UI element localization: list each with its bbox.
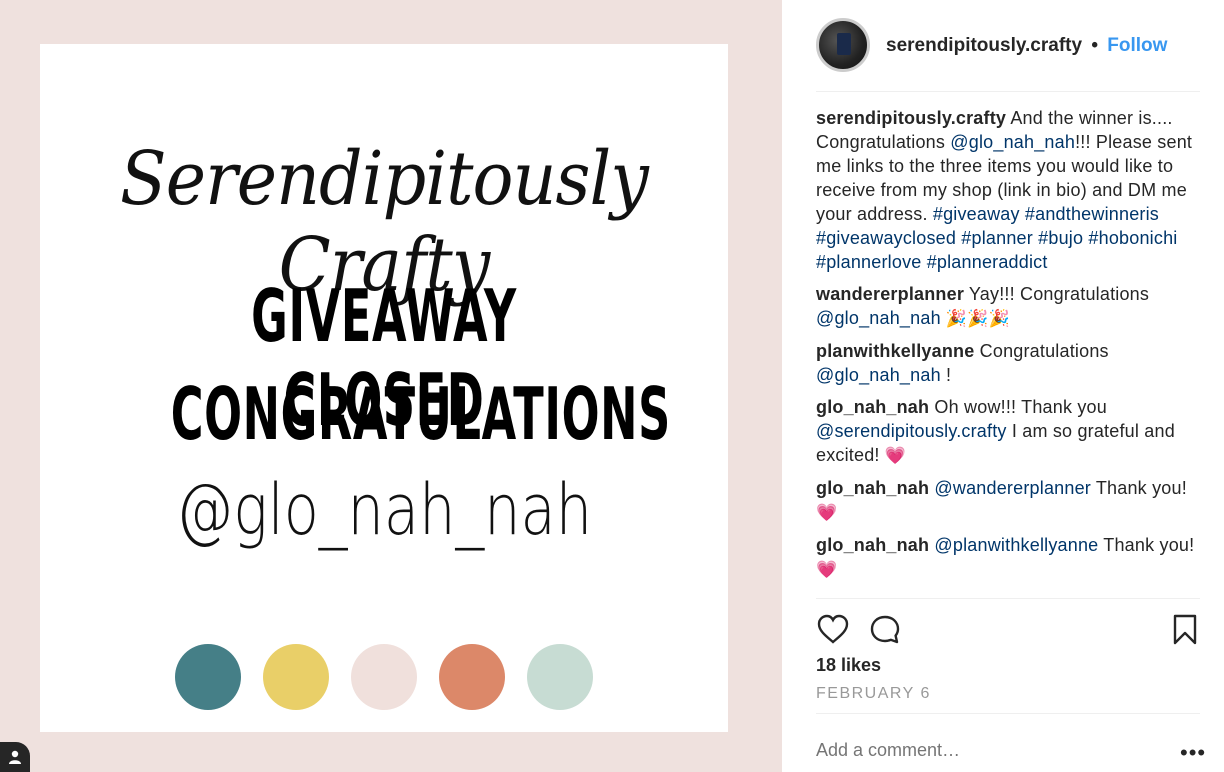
- comment-text: Oh wow!!! Thank you: [929, 397, 1107, 417]
- hashtag-link[interactable]: #giveawayclosed: [816, 228, 956, 248]
- more-options-icon[interactable]: •••: [1180, 740, 1206, 766]
- comment-username[interactable]: glo_nah_nah: [816, 478, 929, 498]
- emoji-text: 🎉🎉🎉: [940, 309, 1010, 328]
- emoji-text: 💗: [816, 503, 838, 522]
- mention-link[interactable]: @glo_nah_nah: [950, 132, 1075, 152]
- color-swatch: [175, 644, 241, 710]
- comment-username[interactable]: wandererplanner: [816, 284, 964, 304]
- post-media-pane: Serendipitously Crafty GIVEAWAY CLOSED C…: [0, 0, 782, 772]
- comments-list[interactable]: serendipitously.crafty And the winner is…: [816, 106, 1200, 598]
- likes-count[interactable]: 18 likes: [816, 655, 881, 676]
- comment-username[interactable]: planwithkellyanne: [816, 341, 974, 361]
- color-swatch: [439, 644, 505, 710]
- mention-link[interactable]: @planwithkellyanne: [934, 535, 1098, 555]
- follow-button[interactable]: Follow: [1107, 35, 1167, 56]
- post-sidebar: serendipitously.crafty • Follow serendip…: [782, 0, 1224, 772]
- action-bar: 18 likes FEBRUARY 6: [816, 598, 1200, 714]
- comment-username[interactable]: glo_nah_nah: [816, 535, 929, 555]
- person-icon: [9, 750, 21, 764]
- tagged-user-icon[interactable]: [0, 742, 30, 772]
- hashtag-link[interactable]: #bujo: [1038, 228, 1083, 248]
- hashtag-link[interactable]: #planner: [961, 228, 1033, 248]
- color-swatch: [351, 644, 417, 710]
- color-swatch: [263, 644, 329, 710]
- hashtag-link[interactable]: #andthewinneris: [1025, 204, 1159, 224]
- comment-username[interactable]: serendipitously.crafty: [816, 108, 1006, 128]
- hashtag-link[interactable]: #plannerlove: [816, 252, 921, 272]
- comment-item: planwithkellyanne Congratulations @glo_n…: [816, 339, 1200, 387]
- comment-text: !: [940, 365, 952, 385]
- hashtag-link[interactable]: #hobonichi: [1088, 228, 1177, 248]
- post-image[interactable]: Serendipitously Crafty GIVEAWAY CLOSED C…: [40, 44, 728, 732]
- hashtag-link[interactable]: #giveaway: [933, 204, 1020, 224]
- post-header: serendipitously.crafty • Follow: [816, 12, 1200, 92]
- comment-item: glo_nah_nah @wandererplanner Thank you! …: [816, 476, 1200, 525]
- heart-icon[interactable]: [816, 613, 850, 647]
- emoji-text: 💗: [884, 446, 907, 465]
- separator-dot: •: [1091, 34, 1098, 56]
- post-date[interactable]: FEBRUARY 6: [816, 685, 931, 703]
- add-comment-input[interactable]: [816, 740, 1156, 761]
- header-text: serendipitously.crafty • Follow: [886, 35, 1167, 57]
- author-username[interactable]: serendipitously.crafty: [886, 35, 1082, 56]
- bookmark-icon[interactable]: [1168, 613, 1202, 647]
- comment-username[interactable]: glo_nah_nah: [816, 397, 929, 417]
- color-swatch: [527, 644, 593, 710]
- comment-item: wandererplanner Yay!!! Congratulations @…: [816, 282, 1200, 331]
- comment-text: Thank you!: [1090, 478, 1187, 498]
- comment-item: glo_nah_nah @planwithkellyanne Thank you…: [816, 533, 1200, 582]
- mention-link[interactable]: @serendipitously.crafty: [816, 421, 1007, 441]
- comment-text: Yay!!! Congratulations: [964, 284, 1150, 304]
- emoji-text: 💗: [816, 560, 838, 579]
- hashtag-link[interactable]: #planneraddict: [927, 252, 1048, 272]
- comment-item: serendipitously.crafty And the winner is…: [816, 106, 1200, 274]
- image-winner-handle: @glo_nah_nah: [175, 469, 593, 551]
- color-swatches: [40, 644, 728, 712]
- comment-text: Congratulations: [974, 341, 1109, 361]
- avatar[interactable]: [816, 17, 870, 72]
- mention-link[interactable]: @wandererplanner: [934, 478, 1091, 498]
- mention-link[interactable]: @glo_nah_nah: [816, 365, 941, 385]
- comment-item: glo_nah_nah Oh wow!!! Thank you @serendi…: [816, 395, 1200, 468]
- image-headline-congratulations: CONGRATULATIONS: [170, 372, 671, 456]
- mention-link[interactable]: @glo_nah_nah: [816, 308, 941, 328]
- comment-text: Thank you!: [1098, 535, 1195, 555]
- comment-icon[interactable]: [868, 613, 902, 647]
